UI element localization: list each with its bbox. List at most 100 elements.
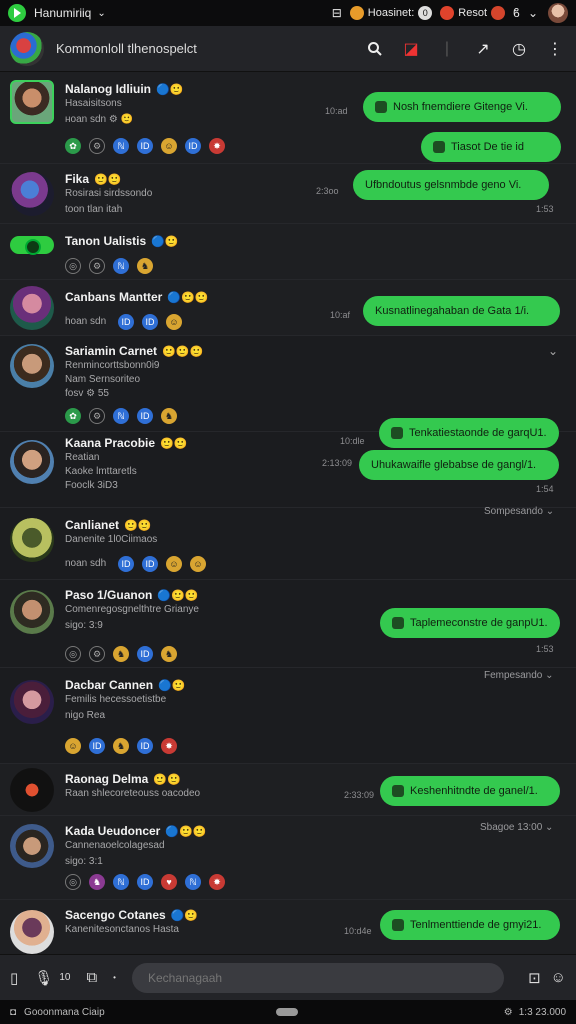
list-item[interactable]: Fika 🙂🙂 Rosirasi sirdssondo toon tlan ita… [0, 164, 576, 224]
message-bubble[interactable]: Uhukawaifle glebabse de gangl/1. [359, 450, 559, 480]
list-item[interactable]: Paso 1/Guanon 🔵🙂🙂 Comenregosgnelthtre Gri… [0, 580, 576, 668]
message-bubble[interactable]: Ufbndoutus gelsnmbde geno Vi. [353, 170, 549, 200]
avatar[interactable] [10, 440, 54, 484]
id-icon[interactable]: ID [137, 738, 153, 754]
spider-icon[interactable]: ✸ [209, 874, 225, 890]
settings-icon[interactable]: ⚙ [504, 1007, 513, 1018]
edit-icon[interactable]: ℕ [113, 874, 129, 890]
user-avatar[interactable] [548, 3, 568, 23]
gear-icon[interactable]: ⚙ [89, 138, 105, 154]
list-item[interactable]: Kaana Pracobie 🙂🙂 Reatian Kaoke lmttaretl… [0, 418, 576, 508]
id-icon[interactable]: ID [137, 874, 153, 890]
edit-icon[interactable]: ℕ [113, 258, 129, 274]
list-item[interactable]: Canbans Mantter 🔵🙂🙂 hoan sdn ID ID ☺ 10:a… [0, 280, 576, 336]
share-icon[interactable]: ↗ [472, 38, 494, 60]
avatar[interactable] [10, 518, 54, 562]
id-icon[interactable]: ID [89, 738, 105, 754]
avatar[interactable] [10, 172, 54, 216]
spider-icon[interactable]: ✸ [161, 738, 177, 754]
id-icon[interactable]: ID [142, 556, 158, 572]
menu-icon[interactable]: ◘ [10, 1007, 16, 1018]
home-indicator[interactable] [276, 1008, 298, 1016]
id-icon[interactable]: ID [137, 138, 153, 154]
id-icon[interactable]: ID [142, 314, 158, 330]
leaf-icon[interactable]: ✿ [65, 408, 81, 424]
user-icon[interactable]: ♞ [161, 646, 177, 662]
list-item[interactable]: Kada Ueudoncer 🔵🙂🙂 Cannenaoelcolagesad si… [0, 816, 576, 900]
message-bubble[interactable]: Tiasot De tie id [421, 132, 561, 162]
list-item[interactable]: Nalanog Idliuin 🔵🙂 Hasaisitsons ноan sdn … [0, 72, 576, 164]
message-bubble[interactable]: Taplemeconstre de ganpU1. [380, 608, 560, 638]
edit-icon[interactable]: ℕ [113, 408, 129, 424]
list-item[interactable]: Dacbar Cannen 🔵🙂 Femilis hecessoetistbe n… [0, 668, 576, 764]
emoji-icon[interactable]: ☺ [551, 969, 566, 986]
smile-icon[interactable]: ☺ [166, 314, 182, 330]
sticker-icon[interactable]: ⊡ [528, 969, 541, 987]
camera-icon[interactable]: ◎ [65, 874, 81, 890]
menu-icon[interactable]: ⋮ [544, 38, 566, 60]
avatar[interactable] [10, 768, 54, 812]
avatar[interactable] [10, 824, 54, 868]
smile-icon[interactable]: ☺ [190, 556, 206, 572]
edit-icon[interactable]: ℕ [185, 874, 201, 890]
microphone-icon[interactable]: 🎙︎ [34, 969, 53, 987]
status-chip-1[interactable]: Hoasinet: 0 [349, 6, 433, 20]
sidebar-toggle-icon[interactable]: ▯ [10, 969, 18, 987]
gallery-icon[interactable]: ⧉ [86, 969, 97, 986]
contact-name: Tanon Ualistis 🔵🙂 [65, 234, 179, 248]
gear-icon[interactable]: ⚙ [89, 646, 105, 662]
list-item[interactable]: Sacengo Cotanes 🔵🙂 Kanenitesonctanos Hast… [0, 900, 576, 954]
id-icon[interactable]: ID [137, 646, 153, 662]
search-icon[interactable] [364, 38, 386, 60]
message-composer: ▯ 🎙︎ 10 ⧉ • ⊡ ☺ [0, 954, 576, 1000]
message-bubble[interactable]: Tenlmenttiende de gmyi21. [380, 910, 560, 940]
heart-icon[interactable]: ♥ [161, 874, 177, 890]
nav-left-text: Gooonmana Ciaip [24, 1006, 105, 1018]
smile-icon[interactable]: ☺ [65, 738, 81, 754]
avatar[interactable] [10, 80, 54, 124]
user-icon[interactable]: ♞ [113, 646, 129, 662]
group-avatar[interactable] [10, 31, 44, 66]
id-icon[interactable]: ID [118, 556, 134, 572]
user-icon[interactable]: ♞ [161, 408, 177, 424]
timer-icon[interactable]: ◷ [508, 38, 530, 60]
list-item[interactable]: Raonag Delma 🙂🙂 Raan shlecoreteouss oacod… [0, 764, 576, 816]
contact-name: Paso 1/Guanon 🔵🙂🙂 [65, 588, 199, 602]
edit-icon[interactable]: ℕ [113, 138, 129, 154]
status-chip-2[interactable]: Resot [440, 6, 506, 20]
channel-icon[interactable] [10, 236, 54, 255]
list-item[interactable]: Canlianet 🙂🙂 Danenite 1l0Ciimaos noan sdh… [0, 506, 576, 580]
user-icon[interactable]: ♞ [113, 738, 129, 754]
avatar[interactable] [10, 680, 54, 724]
id-icon[interactable]: ID [185, 138, 201, 154]
smile-icon[interactable]: ☺ [161, 138, 177, 154]
notification-icon[interactable]: ◪ [400, 38, 422, 60]
camera-icon[interactable]: ◎ [65, 646, 81, 662]
message-bubble[interactable]: Kusnatlinegahaban de Gata 1/i. [363, 296, 560, 326]
smile-icon[interactable]: ☺ [166, 556, 182, 572]
spider-icon[interactable]: ✸ [209, 138, 225, 154]
app-logo-icon[interactable] [8, 4, 26, 22]
avatar[interactable] [10, 910, 54, 954]
message-bubble[interactable]: Keshenhitndte de ganel/1. [380, 776, 560, 806]
message-bubble[interactable]: Tenkatiestaonde de garqU1. [379, 418, 559, 448]
list-item[interactable]: Tanon Ualistis 🔵🙂 ◎ ⚙ ℕ ♞ [0, 224, 576, 280]
bookmark-icon[interactable]: ⊟ [332, 6, 342, 20]
leaf-icon[interactable]: ✿ [65, 138, 81, 154]
chevron-down-icon[interactable]: ⌄ [548, 344, 558, 358]
camera-icon[interactable]: ◎ [65, 258, 81, 274]
gear-icon[interactable]: ⚙ [89, 408, 105, 424]
avatar[interactable] [10, 286, 54, 330]
chevron-down-icon[interactable]: ⌄ [528, 6, 538, 20]
chevron-down-icon[interactable]: ⌄ [97, 8, 105, 19]
user-icon[interactable]: ♞ [89, 874, 105, 890]
gear-icon[interactable]: ⚙ [89, 258, 105, 274]
id-icon[interactable]: ID [118, 314, 134, 330]
id-icon[interactable]: ID [137, 408, 153, 424]
user-icon[interactable]: ♞ [137, 258, 153, 274]
message-bubble[interactable]: Nosh fnemdiere Gitenge Vi. [363, 92, 561, 122]
message-input[interactable] [131, 962, 505, 993]
avatar[interactable] [10, 590, 54, 634]
avatar[interactable] [10, 344, 54, 388]
app-name[interactable]: Hanumiriiq [34, 6, 91, 20]
